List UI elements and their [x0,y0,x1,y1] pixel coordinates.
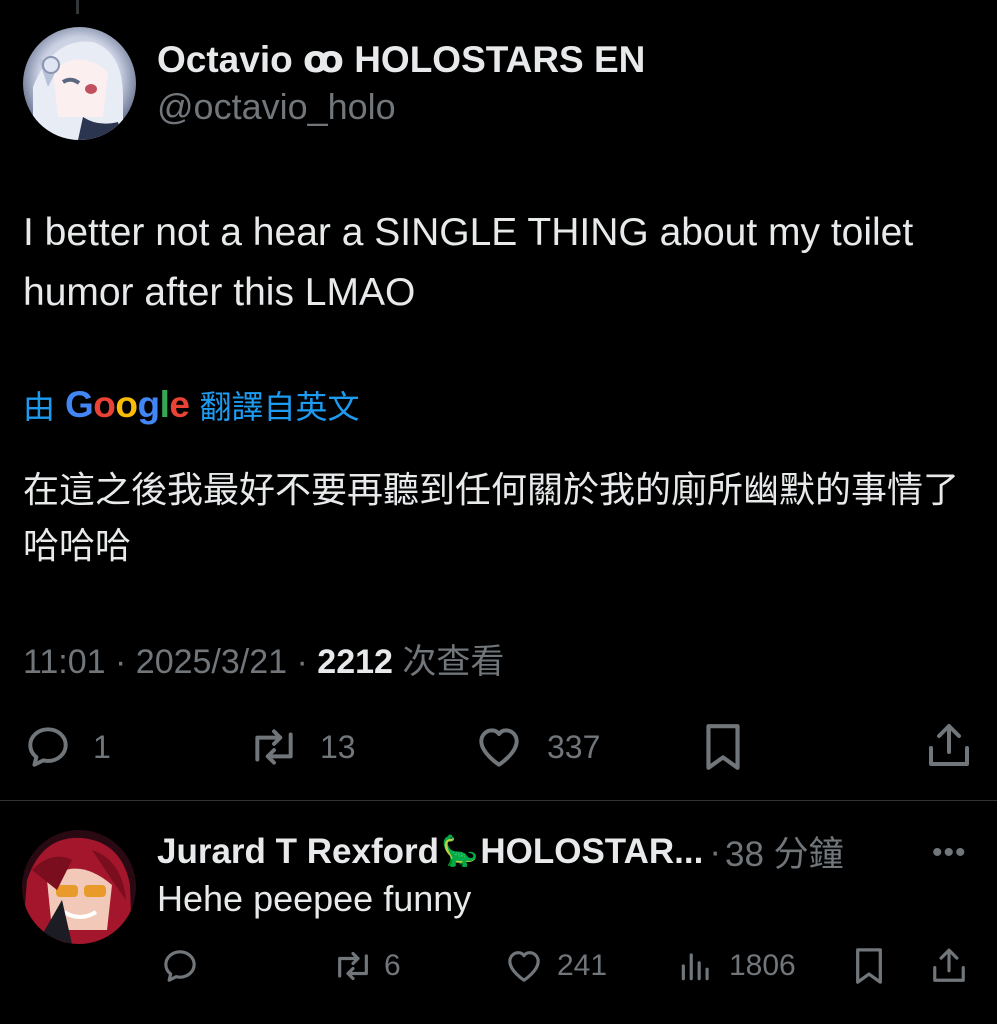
author-avatar[interactable] [23,27,136,140]
tweet-time[interactable]: 11:01 [23,643,106,681]
repost-icon [246,722,302,772]
like-icon [473,722,525,772]
reply-count: 1 [93,728,111,765]
repost-icon [330,946,376,986]
reply-author-avatar[interactable] [22,830,136,944]
repost-button[interactable]: 13 [246,722,356,772]
reply-views-count: 1806 [729,949,796,982]
share-icon [925,720,973,772]
google-logo: Google [65,384,190,425]
tweet-date[interactable]: 2025/3/21 [136,643,287,681]
reply-like-count: 241 [557,949,608,982]
more-icon[interactable]: ••• [932,836,967,870]
share-button[interactable] [925,720,973,772]
section-divider [0,800,997,801]
like-button[interactable]: 337 [473,722,600,772]
like-icon [503,946,545,986]
bookmark-button[interactable] [700,720,746,774]
translated-text: 在這之後我最好不要再聽到任何關於我的廁所幽默的事情了哈哈哈 [23,469,960,566]
reply-reply-button[interactable] [160,946,200,986]
reply-views-button[interactable]: 1806 [677,946,796,986]
repost-count: 13 [320,728,356,765]
views-icon [677,946,715,986]
reply-author-display-name[interactable]: Jurard T Rexford [157,832,439,872]
views-label: 次查看 [402,643,505,681]
author-display-name[interactable]: Octavio ꝏ HOLOSTARS EN [157,38,645,81]
tweet-text: I better not a hear a SINGLE THING about… [23,211,914,314]
reply-button[interactable]: 1 [23,722,111,772]
share-icon [930,945,968,987]
reply-author-name-suffix[interactable]: HOLOSTAR... [480,832,703,872]
translation-by: 由 [23,389,56,425]
reply-icon [160,946,200,986]
reply-share-button[interactable] [930,945,968,987]
reply-repost-count: 6 [384,949,401,982]
translation-note: 翻譯自英文 [199,389,360,425]
tweet-meta: 11:01 · 2025/3/21 · 2212 次查看 [23,643,505,681]
reply-text: Hehe peepee funny [157,878,472,919]
translation-attribution[interactable]: 由 Google 翻譯自英文 [23,382,360,428]
views-count: 2212 [317,643,393,681]
reply-timestamp[interactable]: 38 分鐘 [725,826,844,877]
bookmark-icon [700,720,746,774]
reply-repost-button[interactable]: 6 [330,946,401,986]
author-handle[interactable]: @octavio_holo [157,86,396,128]
like-count: 337 [547,728,601,765]
reply-bookmark-button[interactable] [850,945,888,987]
dinosaur-emoji-icon: 🦕 [441,835,479,868]
bookmark-icon [850,945,888,987]
reply-header: Jurard T Rexford 🦕 HOLOSTAR... · 38 分鐘 [157,826,844,877]
reply-icon [23,722,73,772]
reply-like-button[interactable]: 241 [503,946,607,986]
thread-connector [76,0,79,14]
